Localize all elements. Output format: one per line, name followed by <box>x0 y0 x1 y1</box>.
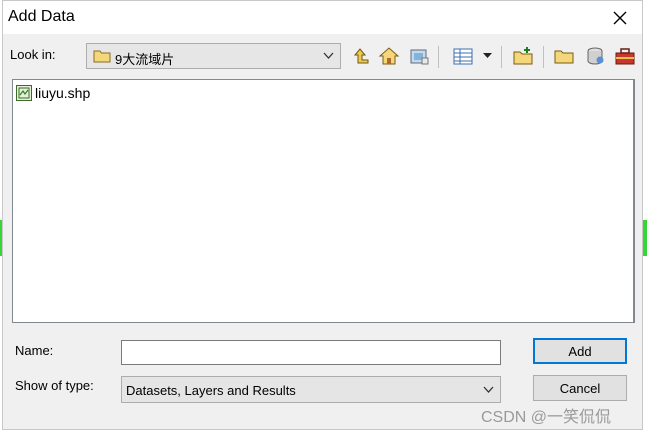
watermark: CSDN @一笑侃侃 <box>481 409 612 426</box>
close-button[interactable] <box>597 1 642 34</box>
name-label: Name: <box>15 343 54 358</box>
add-data-dialog: Add Data Look in: 9大流域片 liuyu.shp Name: … <box>2 0 643 430</box>
toolbar-separator <box>543 46 544 68</box>
shapefile-icon <box>16 85 32 101</box>
show-of-type-dropdown[interactable]: Datasets, Layers and Results <box>121 376 501 403</box>
chevron-down-icon <box>483 386 494 393</box>
add-button[interactable]: Add <box>533 338 627 364</box>
toolbox-icon <box>615 48 635 65</box>
look-in-label: Look in: <box>10 47 56 62</box>
toolbar-separator <box>501 46 502 68</box>
background-strip-right <box>643 220 647 256</box>
new-folder-button[interactable] <box>510 44 536 68</box>
show-of-type-label: Show of type: <box>15 378 94 393</box>
view-dropdown-button[interactable] <box>480 44 494 68</box>
toolbox-button[interactable] <box>612 44 638 68</box>
name-input[interactable] <box>121 340 501 365</box>
close-icon <box>613 11 626 24</box>
chevron-down-icon <box>323 52 334 59</box>
toolbar-separator <box>438 46 439 68</box>
details-view-icon <box>453 48 473 65</box>
cancel-button[interactable]: Cancel <box>533 375 627 401</box>
folder-connections-icon <box>554 50 574 64</box>
dialog-title: Add Data <box>8 8 75 25</box>
current-folder-value: 9大流域片 <box>115 52 175 67</box>
view-dropdown-icon <box>482 53 492 58</box>
home-icon <box>378 47 400 65</box>
folder-icon <box>93 50 111 63</box>
catalog-connect-icon <box>410 49 429 65</box>
file-list[interactable]: liuyu.shp <box>12 79 635 323</box>
geodatabase-icon <box>587 47 604 65</box>
catalog-connect-button[interactable] <box>407 44 431 68</box>
show-of-type-value: Datasets, Layers and Results <box>126 383 296 398</box>
list-item[interactable]: liuyu.shp <box>16 85 90 101</box>
geodatabase-button[interactable] <box>583 44 607 68</box>
new-folder-icon <box>513 47 533 65</box>
look-in-dropdown[interactable]: 9大流域片 <box>86 43 341 69</box>
up-one-level-icon <box>353 48 369 64</box>
file-name: liuyu.shp <box>35 85 91 101</box>
title-bar: Add Data <box>3 1 642 34</box>
up-one-level-button[interactable] <box>350 44 372 68</box>
details-view-button[interactable] <box>449 44 477 68</box>
home-button[interactable] <box>377 44 401 68</box>
folder-connections-button[interactable] <box>552 44 576 68</box>
